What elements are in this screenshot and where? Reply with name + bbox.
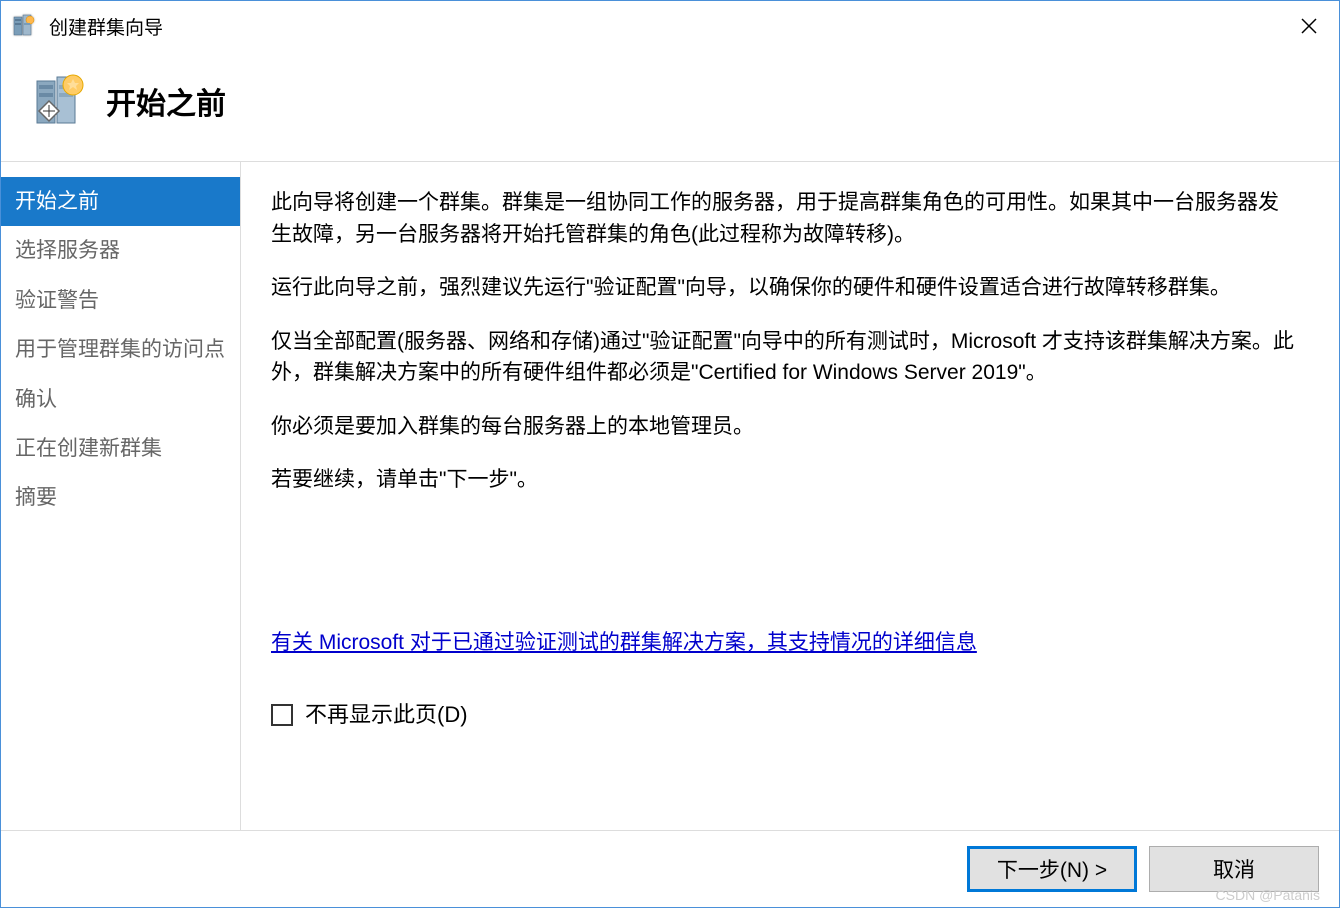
intro-paragraph-4: 你必须是要加入群集的每台服务器上的本地管理员。 [271,411,1299,443]
main-content: 此向导将创建一个群集。群集是一组协同工作的服务器，用于提高群集角色的可用性。如果… [241,162,1339,830]
app-icon [11,12,39,40]
sidebar-item-access-point[interactable]: 用于管理群集的访问点 [1,325,240,374]
intro-paragraph-1: 此向导将创建一个群集。群集是一组协同工作的服务器，用于提高群集角色的可用性。如果… [271,187,1299,250]
header-section: 开始之前 [1,51,1339,161]
sidebar-item-confirmation[interactable]: 确认 [1,375,240,424]
checkbox-label: 不再显示此页(D) [305,698,468,731]
next-button[interactable]: 下一步(N) > [967,846,1137,892]
do-not-show-checkbox[interactable] [271,704,293,726]
cancel-button[interactable]: 取消 [1149,846,1319,892]
intro-paragraph-5: 若要继续，请单击"下一步"。 [271,464,1299,496]
intro-paragraph-3: 仅当全部配置(服务器、网络和存储)通过"验证配置"向导中的所有测试时，Micro… [271,326,1299,389]
button-row: 下一步(N) > 取消 [1,830,1339,907]
sidebar-item-creating-cluster[interactable]: 正在创建新群集 [1,424,240,473]
sidebar-item-before-begin[interactable]: 开始之前 [1,177,240,226]
sidebar-item-select-servers[interactable]: 选择服务器 [1,226,240,275]
intro-paragraph-2: 运行此向导之前，强烈建议先运行"验证配置"向导，以确保你的硬件和硬件设置适合进行… [271,272,1299,304]
wizard-window: 创建群集向导 开始之前 [0,0,1340,908]
sidebar-item-validation-warning[interactable]: 验证警告 [1,276,240,325]
close-button[interactable] [1289,6,1329,46]
titlebar: 创建群集向导 [1,1,1339,51]
window-title: 创建群集向导 [49,13,1289,40]
sidebar-item-summary[interactable]: 摘要 [1,473,240,522]
page-title: 开始之前 [106,79,226,123]
wizard-icon [31,71,91,131]
checkbox-row: 不再显示此页(D) [271,698,1299,731]
content-area: 开始之前 选择服务器 验证警告 用于管理群集的访问点 确认 正在创建新群集 摘要… [1,161,1339,830]
watermark: CSDN @Patanis [1216,887,1320,903]
more-info-link[interactable]: 有关 Microsoft 对于已通过验证测试的群集解决方案，其支持情况的详细信息 [271,627,1299,659]
sidebar: 开始之前 选择服务器 验证警告 用于管理群集的访问点 确认 正在创建新群集 摘要 [1,162,241,830]
close-icon [1301,18,1317,34]
